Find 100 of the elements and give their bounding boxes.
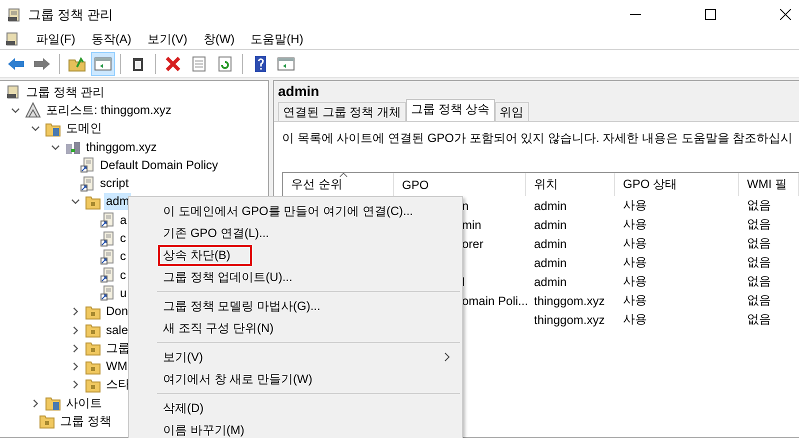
maximize-icon[interactable] <box>705 9 716 20</box>
table-cell: 사용 <box>623 292 647 309</box>
policy-shortcut-icon <box>99 212 115 228</box>
table-cell: admin <box>534 218 567 232</box>
delete-icon <box>164 56 182 72</box>
tree-item[interactable]: adm <box>104 193 132 210</box>
tree-item[interactable]: Default Domain Policy <box>98 156 220 174</box>
menu-item[interactable]: 상속 차단(B) <box>158 244 252 266</box>
policy-shortcut-icon <box>79 176 95 192</box>
folder-icon <box>39 413 55 430</box>
tree-item[interactable]: script <box>98 175 131 192</box>
app-icon <box>6 6 22 22</box>
tree-item[interactable]: 그룹 <box>104 340 132 357</box>
pane-heading: admin <box>277 82 320 101</box>
right-arrow-icon <box>33 56 51 72</box>
refresh-icon <box>216 56 234 72</box>
tree-item[interactable]: c <box>118 248 128 266</box>
menu-item[interactable]: 보기(V) <box>158 346 208 368</box>
menu-item[interactable]: 보기(V) <box>147 30 188 48</box>
table-cell: 사용 <box>623 273 647 290</box>
folder-icon <box>85 194 101 210</box>
menu-item[interactable]: 여기에서 창 새로 만들기(W) <box>158 368 318 390</box>
server-icon <box>65 139 81 156</box>
column-header[interactable]: WMI 필 <box>739 173 799 196</box>
table-cell: 사용 <box>623 197 647 214</box>
folder-icon <box>45 395 61 412</box>
table-cell: 없음 <box>747 311 771 328</box>
policy-shortcut-icon <box>99 230 115 247</box>
tree-item[interactable]: 스타 <box>104 376 132 394</box>
toolbar-button[interactable] <box>91 52 115 76</box>
scroll-icon <box>5 84 21 100</box>
folder-icon <box>68 56 86 72</box>
table-cell: min <box>462 218 482 232</box>
tree-item[interactable]: 사이트 <box>64 394 104 412</box>
folder-icon <box>85 304 101 320</box>
tree-item[interactable]: sale <box>104 322 130 338</box>
menu-item[interactable]: 그룹 정책 업데이트(U)... <box>158 266 298 288</box>
tab[interactable]: 연결된 그룹 정책 개체 <box>278 102 406 121</box>
column-header[interactable]: 위치 <box>526 173 615 196</box>
menu-item[interactable]: 그룹 정책 모델링 마법사(G)... <box>158 296 326 316</box>
table-cell: n <box>462 198 469 212</box>
tree-item[interactable]: c <box>118 230 128 248</box>
menu-item[interactable]: 이 도메인에서 GPO를 만들어 여기에 연결(C)... <box>158 200 418 222</box>
column-header[interactable]: GPO 상태 <box>615 173 739 196</box>
table-cell: 사용 <box>623 254 647 271</box>
menu-item[interactable]: 파일(F) <box>36 30 76 48</box>
menu-item[interactable]: 도움말(H) <box>250 30 304 48</box>
table-cell: thinggom.xyz <box>534 312 605 326</box>
triangle-icon <box>25 102 41 118</box>
menu-item[interactable]: 삭제(D) <box>158 398 209 418</box>
folder-icon <box>85 322 101 338</box>
properties-icon <box>190 56 208 72</box>
menu-item[interactable]: 창(W) <box>203 30 235 48</box>
tree-item[interactable]: WM <box>104 358 130 376</box>
left-arrow-icon <box>7 56 25 72</box>
table-cell: admin <box>534 256 567 270</box>
tree-item[interactable]: 그룹 정책 관리 <box>24 84 107 101</box>
table-cell: 없음 <box>747 216 771 233</box>
menu-item[interactable]: 동작(A) <box>91 30 132 48</box>
window-pane-icon <box>277 56 295 72</box>
table-cell: omain Poli... <box>462 294 528 308</box>
table-cell: 사용 <box>623 311 647 328</box>
table-cell: admin <box>534 274 567 288</box>
table-cell: orer <box>462 236 484 250</box>
window-pane-icon <box>94 56 112 72</box>
tree-item[interactable]: a <box>118 212 129 229</box>
menu-item[interactable]: 새 조직 구성 단위(N) <box>158 318 279 338</box>
folder-icon <box>45 120 61 137</box>
table-cell: 없음 <box>747 235 771 252</box>
table-cell: 사용 <box>623 235 647 252</box>
policy-shortcut-icon <box>99 248 115 265</box>
tree-item[interactable]: c <box>118 266 128 284</box>
close-icon[interactable] <box>780 9 791 20</box>
folder-icon <box>85 376 101 393</box>
tab[interactable]: 그룹 정책 상속 <box>406 99 495 121</box>
folder-icon <box>85 358 101 375</box>
table-cell: l <box>462 274 465 288</box>
tree-item[interactable]: u <box>118 284 129 302</box>
table-cell: thinggom.xyz <box>534 294 605 308</box>
app-icon[interactable] <box>4 31 20 47</box>
folder-icon <box>85 340 101 356</box>
tree-item[interactable]: 그룹 정책 <box>58 412 114 430</box>
policy-shortcut-icon <box>79 157 95 174</box>
table-cell: admin <box>534 236 567 250</box>
table-cell: 없음 <box>747 254 771 271</box>
tab[interactable]: 위임 <box>494 102 529 121</box>
table-cell: admin <box>534 198 567 212</box>
policy-shortcut-icon <box>99 267 115 284</box>
table-cell: 사용 <box>623 216 647 233</box>
menu-item[interactable]: 기존 GPO 연결(L)... <box>158 222 274 244</box>
info-message: 이 목록에 사이트에 연결된 GPO가 포함되어 있지 않습니다. 자세한 내용은 도움말을 참조하십시 <box>282 130 794 147</box>
policy-shortcut-icon <box>99 285 115 302</box>
tree-item[interactable]: thinggom.xyz <box>84 138 159 156</box>
menu-item[interactable]: 이름 바꾸기(M) <box>158 420 250 438</box>
table-cell: 없음 <box>747 273 771 290</box>
tree-item[interactable]: 도메인 <box>64 120 104 138</box>
tree-item[interactable]: 포리스트: thinggom.xyz <box>44 102 174 119</box>
tree-item[interactable]: Don <box>104 303 130 320</box>
table-cell: 없음 <box>747 197 771 214</box>
window-title: 그룹 정책 관리 <box>28 6 114 24</box>
